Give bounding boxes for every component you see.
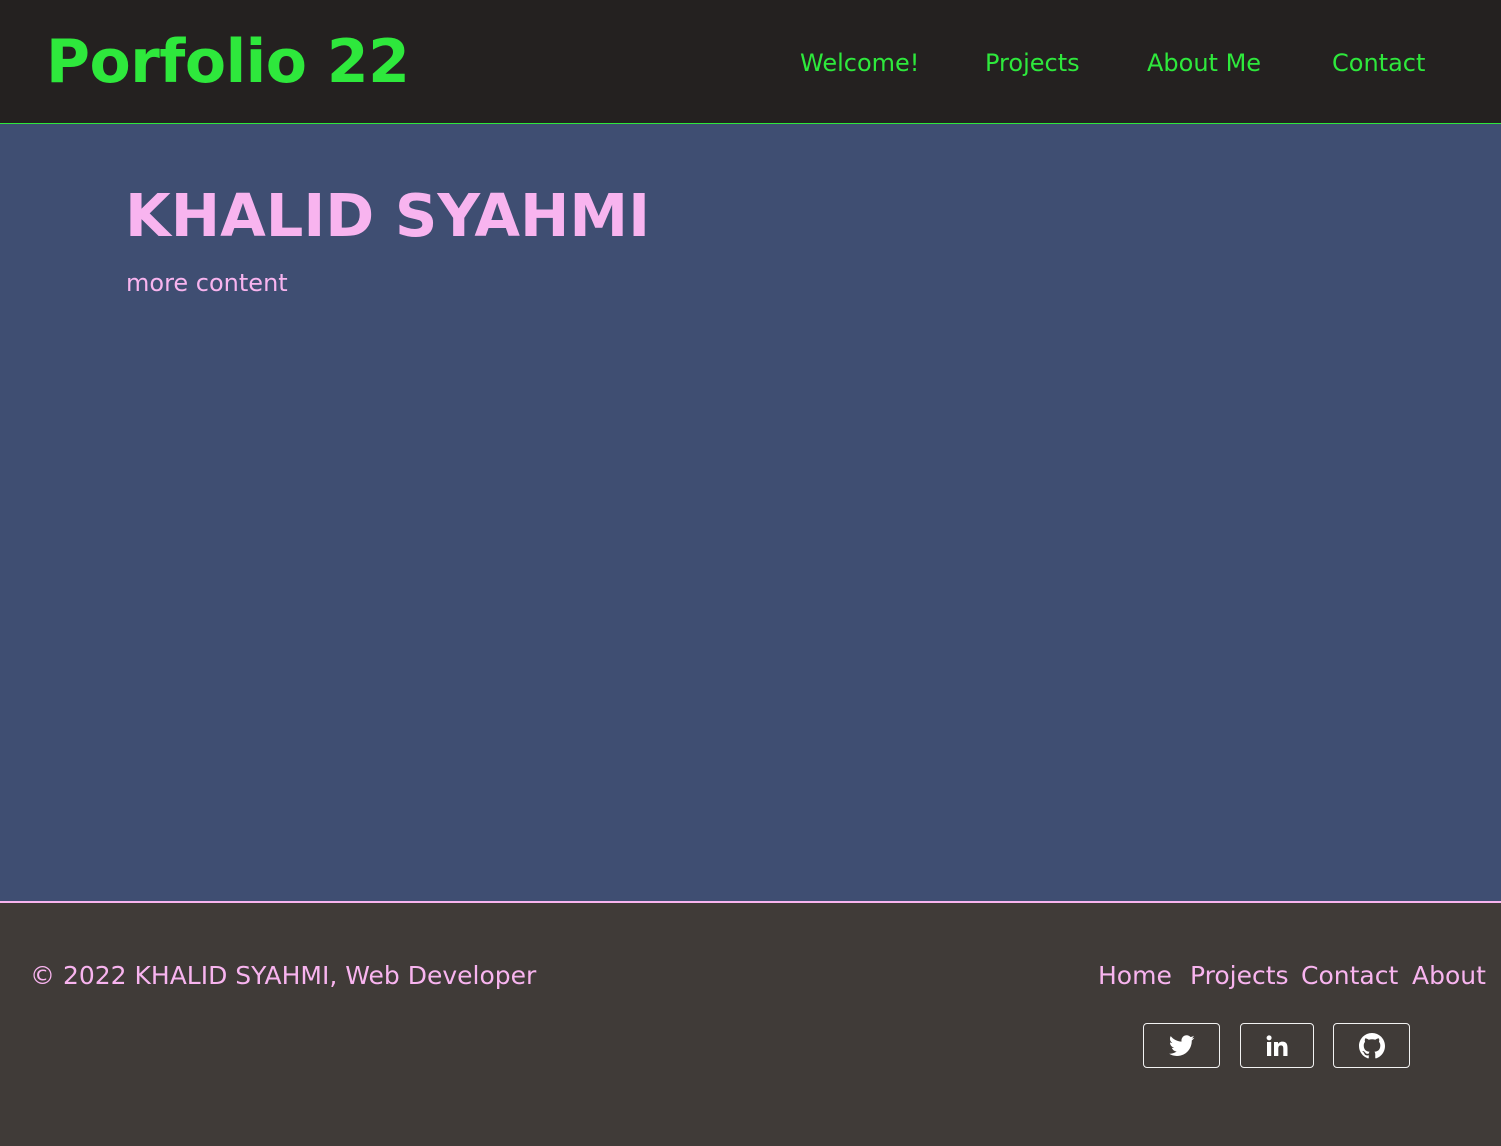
main-content: KHALID SYAHMI more content xyxy=(0,124,1501,901)
nav-projects[interactable]: Projects xyxy=(985,45,1080,81)
nav-about-me[interactable]: About Me xyxy=(1147,45,1261,81)
github-button[interactable] xyxy=(1333,1023,1410,1068)
site-footer: © 2022 KHALID SYAHMI, Web Developer Home… xyxy=(0,901,1501,1146)
footer-link-projects[interactable]: Projects xyxy=(1190,958,1289,994)
linkedin-icon xyxy=(1266,1034,1288,1056)
footer-link-about[interactable]: About xyxy=(1412,958,1486,994)
hero-title: KHALID SYAHMI xyxy=(125,181,651,250)
copyright-text: © 2022 KHALID SYAHMI, Web Developer xyxy=(30,961,537,990)
site-header: Porfolio 22 Welcome! Projects About Me C… xyxy=(0,0,1501,124)
footer-link-contact[interactable]: Contact xyxy=(1301,958,1398,994)
footer-link-home[interactable]: Home xyxy=(1098,958,1172,994)
site-logo[interactable]: Porfolio 22 xyxy=(46,26,410,98)
linkedin-button[interactable] xyxy=(1240,1023,1314,1068)
twitter-icon xyxy=(1168,1034,1195,1056)
nav-welcome[interactable]: Welcome! xyxy=(800,45,919,81)
twitter-button[interactable] xyxy=(1143,1023,1220,1068)
github-icon xyxy=(1358,1032,1385,1058)
nav-contact[interactable]: Contact xyxy=(1332,45,1425,81)
hero-subtitle: more content xyxy=(126,269,288,297)
